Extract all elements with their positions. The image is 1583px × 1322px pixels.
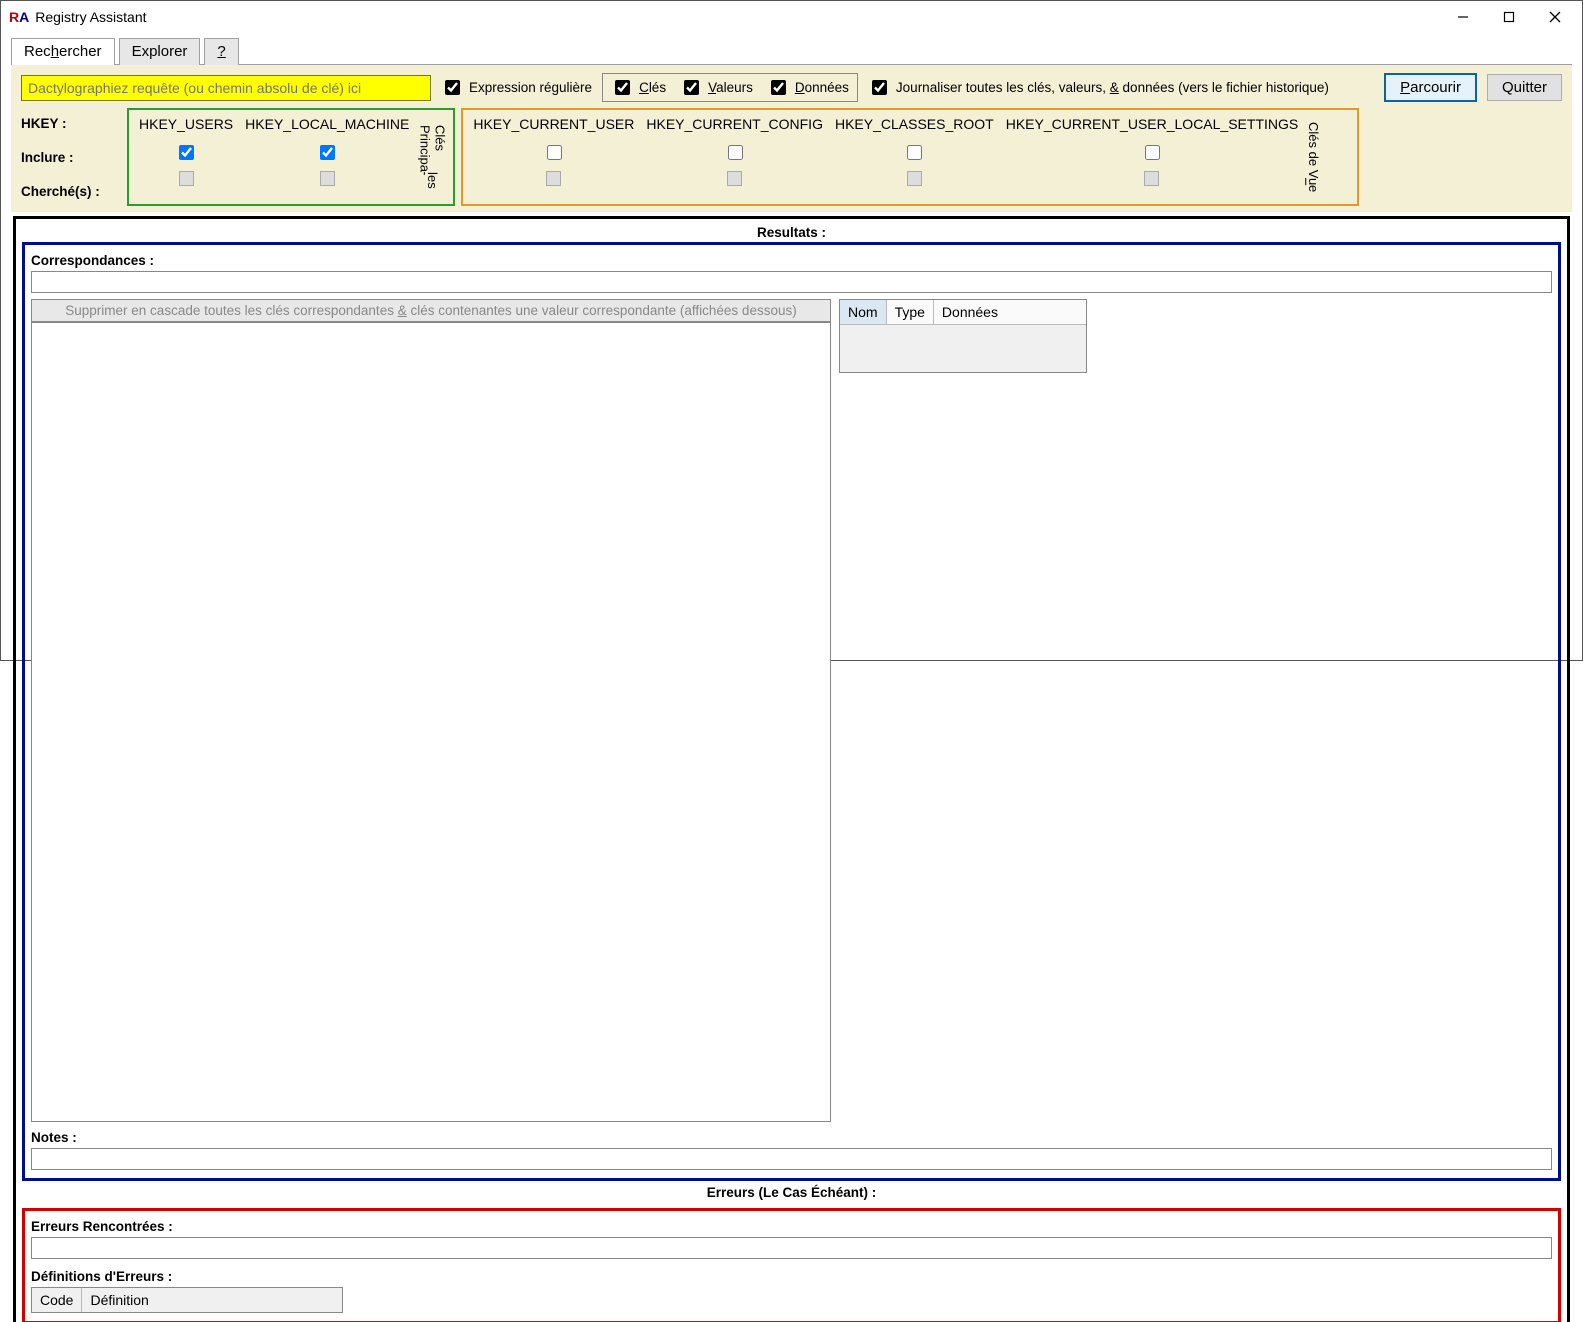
include-hkey-users[interactable] bbox=[179, 145, 194, 160]
errors-encountered-label: Erreurs Rencontrées : bbox=[31, 1219, 1552, 1234]
keys-checkbox[interactable]: Clés bbox=[611, 77, 666, 98]
main-keys-vertical-label: ClésPrincipales bbox=[415, 112, 449, 202]
errors-encountered-input[interactable] bbox=[31, 1237, 1552, 1259]
data-label: Données bbox=[795, 80, 849, 95]
search-pane: Expression régulière Clés Valeurs Donnée… bbox=[11, 65, 1572, 212]
tab-help[interactable]: ? bbox=[204, 38, 238, 65]
include-hkey-classes-root[interactable] bbox=[907, 145, 922, 160]
close-button[interactable] bbox=[1532, 3, 1578, 31]
values-checkbox[interactable]: Valeurs bbox=[680, 77, 753, 98]
searched-hkey-current-config bbox=[727, 171, 742, 186]
view-keys-group: HKEY_CURRENT_USER HKEY_CURRENT_CONFIG HK… bbox=[461, 108, 1359, 206]
col-hkey-current-config: HKEY_CURRENT_CONFIG bbox=[640, 112, 829, 202]
col-hkey-users: HKEY_USERS bbox=[133, 112, 239, 202]
tab-bar: Rechercher Explorer ? bbox=[1, 33, 1582, 64]
search-in-group: Clés Valeurs Données bbox=[602, 73, 858, 102]
results-title: Resultats : bbox=[22, 221, 1561, 242]
col-definition[interactable]: Définition bbox=[82, 1288, 342, 1312]
regex-label: Expression régulière bbox=[469, 80, 592, 95]
searched-hkey-cu-local-settings bbox=[1144, 171, 1159, 186]
hkey-cu-local-settings-label: HKEY_CURRENT_USER_LOCAL_SETTINGS bbox=[1006, 114, 1299, 134]
hkey-classes-root-label: HKEY_CLASSES_ROOT bbox=[835, 114, 994, 134]
errors-title: Erreurs (Le Cas Échéant) : bbox=[22, 1181, 1561, 1202]
col-type[interactable]: Type bbox=[887, 300, 934, 324]
hkey-current-user-label: HKEY_CURRENT_USER bbox=[473, 114, 634, 134]
hkey-local-machine-label: HKEY_LOCAL_MACHINE bbox=[245, 114, 409, 134]
col-hkey-classes-root: HKEY_CLASSES_ROOT bbox=[829, 112, 1000, 202]
col-hkey-cu-local-settings: HKEY_CURRENT_USER_LOCAL_SETTINGS bbox=[1000, 112, 1305, 202]
matches-label: Correspondances : bbox=[31, 253, 1552, 268]
logo-r: R bbox=[9, 9, 19, 25]
cascade-list[interactable] bbox=[31, 322, 831, 1122]
cascade-delete-button[interactable]: Supprimer en cascade toutes les clés cor… bbox=[31, 299, 831, 322]
searched-hkey-local-machine bbox=[320, 171, 335, 186]
include-hkey-current-user[interactable] bbox=[547, 145, 562, 160]
hkey-users-label: HKEY_USERS bbox=[139, 114, 233, 134]
results-panel: Correspondances : Supprimer en cascade t… bbox=[22, 242, 1561, 1181]
hkey-section: HKEY : Inclure : Cherché(s) : HKEY_USERS… bbox=[21, 108, 1562, 206]
value-grid-header: Nom Type Données bbox=[840, 300, 1086, 325]
hkey-label: HKEY : bbox=[21, 112, 121, 134]
browse-button[interactable]: Parcourir bbox=[1384, 73, 1477, 102]
tab-explorer[interactable]: Explorer bbox=[119, 38, 201, 65]
logo-a: A bbox=[19, 9, 29, 25]
regex-checkbox[interactable]: Expression régulière bbox=[441, 77, 592, 98]
query-input[interactable] bbox=[21, 75, 431, 101]
tab-search[interactable]: Rechercher bbox=[11, 38, 115, 65]
view-keys-vertical-label: Clés de Vue bbox=[1304, 112, 1323, 202]
search-row-1: Expression régulière Clés Valeurs Donnée… bbox=[21, 73, 1562, 102]
col-hkey-local-machine: HKEY_LOCAL_MACHINE bbox=[239, 112, 415, 202]
main-keys-group: HKEY_USERS HKEY_LOCAL_MACHINE ClésPrinci… bbox=[127, 108, 455, 206]
include-label: Inclure : bbox=[21, 146, 121, 168]
quit-button[interactable]: Quitter bbox=[1487, 74, 1562, 101]
error-defs-label: Définitions d'Erreurs : bbox=[31, 1269, 1552, 1284]
journal-label: Journaliser toutes les clés, valeurs, & … bbox=[896, 80, 1329, 95]
include-hkey-current-config[interactable] bbox=[728, 145, 743, 160]
app-logo: RA bbox=[9, 9, 29, 25]
col-hkey-current-user: HKEY_CURRENT_USER bbox=[467, 112, 640, 202]
notes-input[interactable] bbox=[31, 1148, 1552, 1170]
keys-label: Clés bbox=[639, 80, 666, 95]
col-data[interactable]: Données bbox=[934, 300, 1006, 324]
value-grid[interactable]: Nom Type Données bbox=[839, 299, 1087, 373]
col-code[interactable]: Code bbox=[32, 1288, 82, 1312]
tab-content: Expression régulière Clés Valeurs Donnée… bbox=[11, 64, 1572, 1322]
hkey-current-config-label: HKEY_CURRENT_CONFIG bbox=[646, 114, 823, 134]
col-name[interactable]: Nom bbox=[840, 300, 887, 324]
matches-input[interactable] bbox=[31, 271, 1552, 293]
app-window: RA Registry Assistant Rechercher Explore… bbox=[0, 0, 1583, 661]
searched-label: Cherché(s) : bbox=[21, 180, 121, 202]
searched-hkey-current-user bbox=[546, 171, 561, 186]
values-label: Valeurs bbox=[708, 80, 753, 95]
maximize-button[interactable] bbox=[1486, 3, 1532, 31]
error-defs-grid[interactable]: Code Définition bbox=[31, 1287, 343, 1313]
data-checkbox[interactable]: Données bbox=[767, 77, 849, 98]
hkey-row-labels: HKEY : Inclure : Cherché(s) : bbox=[21, 108, 121, 206]
notes-label: Notes : bbox=[31, 1130, 1552, 1145]
errors-panel: Erreurs Rencontrées : Définitions d'Erre… bbox=[22, 1208, 1561, 1322]
searched-hkey-users bbox=[179, 171, 194, 186]
include-hkey-cu-local-settings[interactable] bbox=[1145, 145, 1160, 160]
journal-checkbox[interactable]: Journaliser toutes les clés, valeurs, & … bbox=[868, 77, 1329, 98]
titlebar: RA Registry Assistant bbox=[1, 1, 1582, 33]
include-hkey-local-machine[interactable] bbox=[320, 145, 335, 160]
window-title: Registry Assistant bbox=[35, 9, 146, 25]
minimize-button[interactable] bbox=[1440, 3, 1486, 31]
results-wrap: Resultats : Correspondances : Supprimer … bbox=[13, 216, 1570, 1322]
searched-hkey-classes-root bbox=[907, 171, 922, 186]
